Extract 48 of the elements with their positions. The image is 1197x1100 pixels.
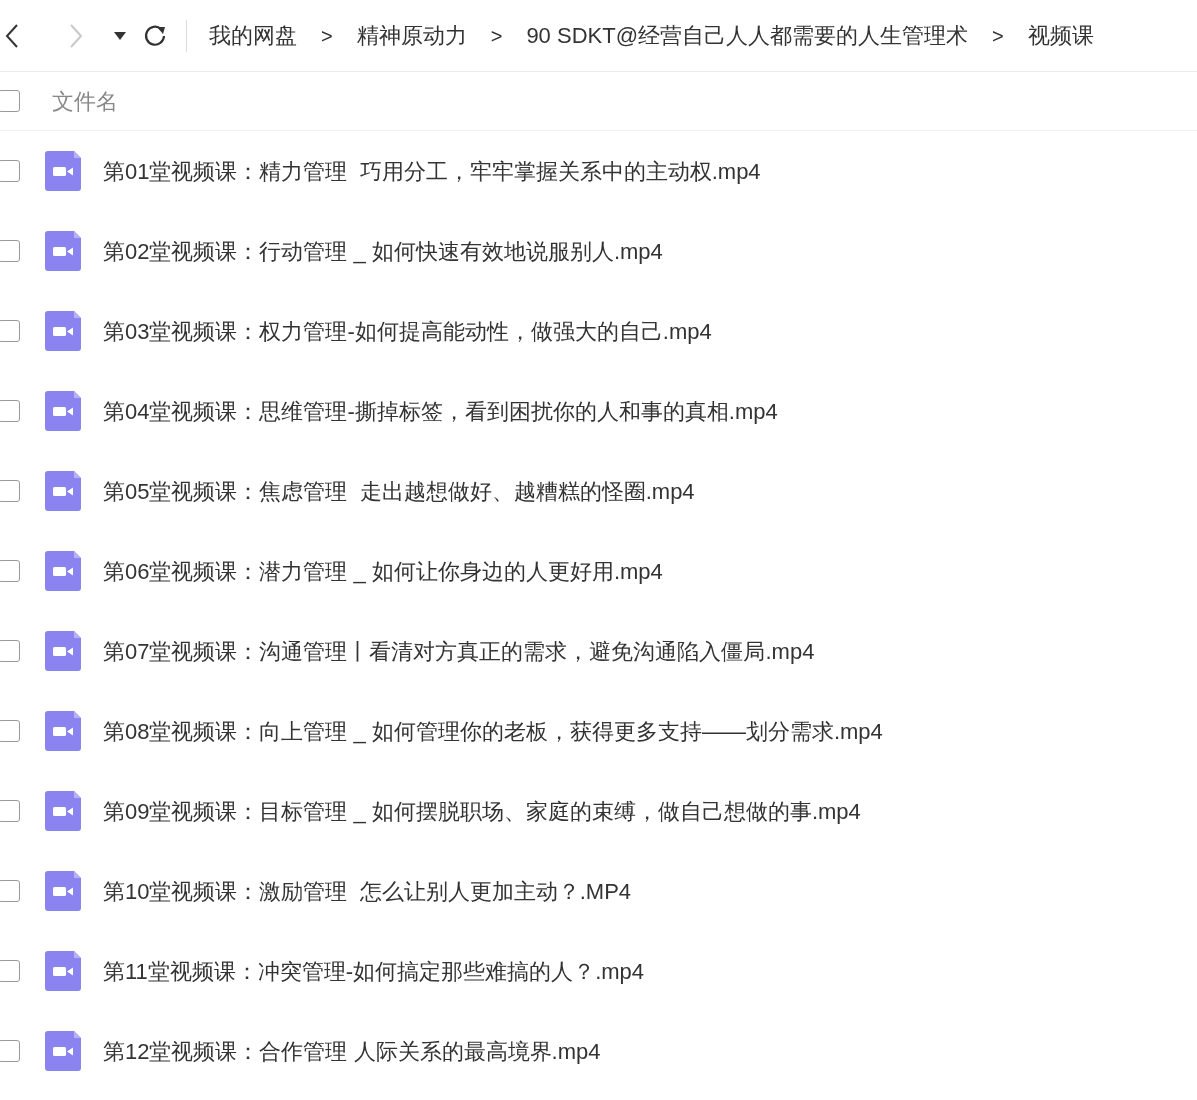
video-file-icon: [45, 871, 81, 911]
dropdown-icon[interactable]: [114, 31, 126, 40]
checkbox[interactable]: [0, 90, 20, 112]
video-file-icon: [45, 791, 81, 831]
file-name[interactable]: 第03堂视频课：权力管理-如何提高能动性，做强大的自己.mp4: [103, 314, 712, 348]
video-file-icon: [45, 311, 81, 351]
file-name[interactable]: 第08堂视频课：向上管理 _ 如何管理你的老板，获得更多支持——划分需求.mp4: [103, 714, 883, 748]
video-file-icon: [45, 231, 81, 271]
checkbox[interactable]: [0, 320, 20, 342]
file-name[interactable]: 第09堂视频课：目标管理 _ 如何摆脱职场、家庭的束缚，做自己想做的事.mp4: [103, 794, 861, 828]
file-name[interactable]: 第11堂视频课：冲突管理-如何搞定那些难搞的人？.mp4: [103, 954, 645, 988]
video-file-icon: [45, 951, 81, 991]
breadcrumb-link[interactable]: 我的网盘: [209, 19, 297, 52]
checkbox[interactable]: [0, 160, 20, 182]
file-name[interactable]: 第01堂视频课：精力管理 巧用分工，牢牢掌握关系中的主动权.mp4: [103, 154, 761, 188]
checkbox[interactable]: [0, 880, 20, 902]
checkbox[interactable]: [0, 240, 20, 262]
video-file-icon: [45, 1031, 81, 1071]
video-file-icon: [45, 711, 81, 751]
checkbox[interactable]: [0, 1040, 20, 1062]
breadcrumb-link[interactable]: 90 SDKT@经营自己人人都需要的人生管理术: [526, 19, 968, 52]
checkbox[interactable]: [0, 800, 20, 822]
breadcrumb-separator: >: [991, 23, 1004, 49]
checkbox[interactable]: [0, 640, 20, 662]
file-name[interactable]: 第07堂视频课：沟通管理丨看清对方真正的需求，避免沟通陷入僵局.mp4: [103, 634, 815, 668]
file-name[interactable]: 第10堂视频课：激励管理 怎么让别人更加主动？.MP4: [103, 874, 632, 908]
breadcrumb-link[interactable]: 视频课: [1027, 19, 1094, 52]
checkbox[interactable]: [0, 960, 20, 982]
video-file-icon: [45, 631, 81, 671]
checkbox[interactable]: [0, 720, 20, 742]
video-file-icon: [45, 551, 81, 591]
breadcrumb-separator: >: [321, 23, 333, 49]
breadcrumb-separator: >: [490, 23, 503, 49]
file-name[interactable]: 第02堂视频课：行动管理 _ 如何快速有效地说服别人.mp4: [103, 234, 663, 268]
file-name[interactable]: 第04堂视频课：思维管理-撕掉标签，看到困扰你的人和事的真相.mp4: [103, 394, 778, 428]
forward-icon[interactable]: [68, 22, 84, 49]
checkbox[interactable]: [0, 560, 20, 582]
checkbox[interactable]: [0, 480, 20, 502]
file-name[interactable]: 第12堂视频课：合作管理 人际关系的最高境界.mp4: [103, 1034, 601, 1068]
file-name[interactable]: 第05堂视频课：焦虑管理 走出越想做好、越糟糕的怪圈.mp4: [103, 474, 695, 508]
file-name[interactable]: 第06堂视频课：潜力管理 _ 如何让你身边的人更好用.mp4: [103, 554, 663, 588]
video-file-icon: [45, 151, 81, 191]
column-header[interactable]: 文件名: [52, 84, 118, 118]
checkbox[interactable]: [0, 400, 20, 422]
video-file-icon: [45, 391, 81, 431]
back-icon[interactable]: [4, 22, 20, 49]
breadcrumb-link[interactable]: 精神原动力: [356, 19, 467, 52]
video-file-icon: [45, 471, 81, 511]
